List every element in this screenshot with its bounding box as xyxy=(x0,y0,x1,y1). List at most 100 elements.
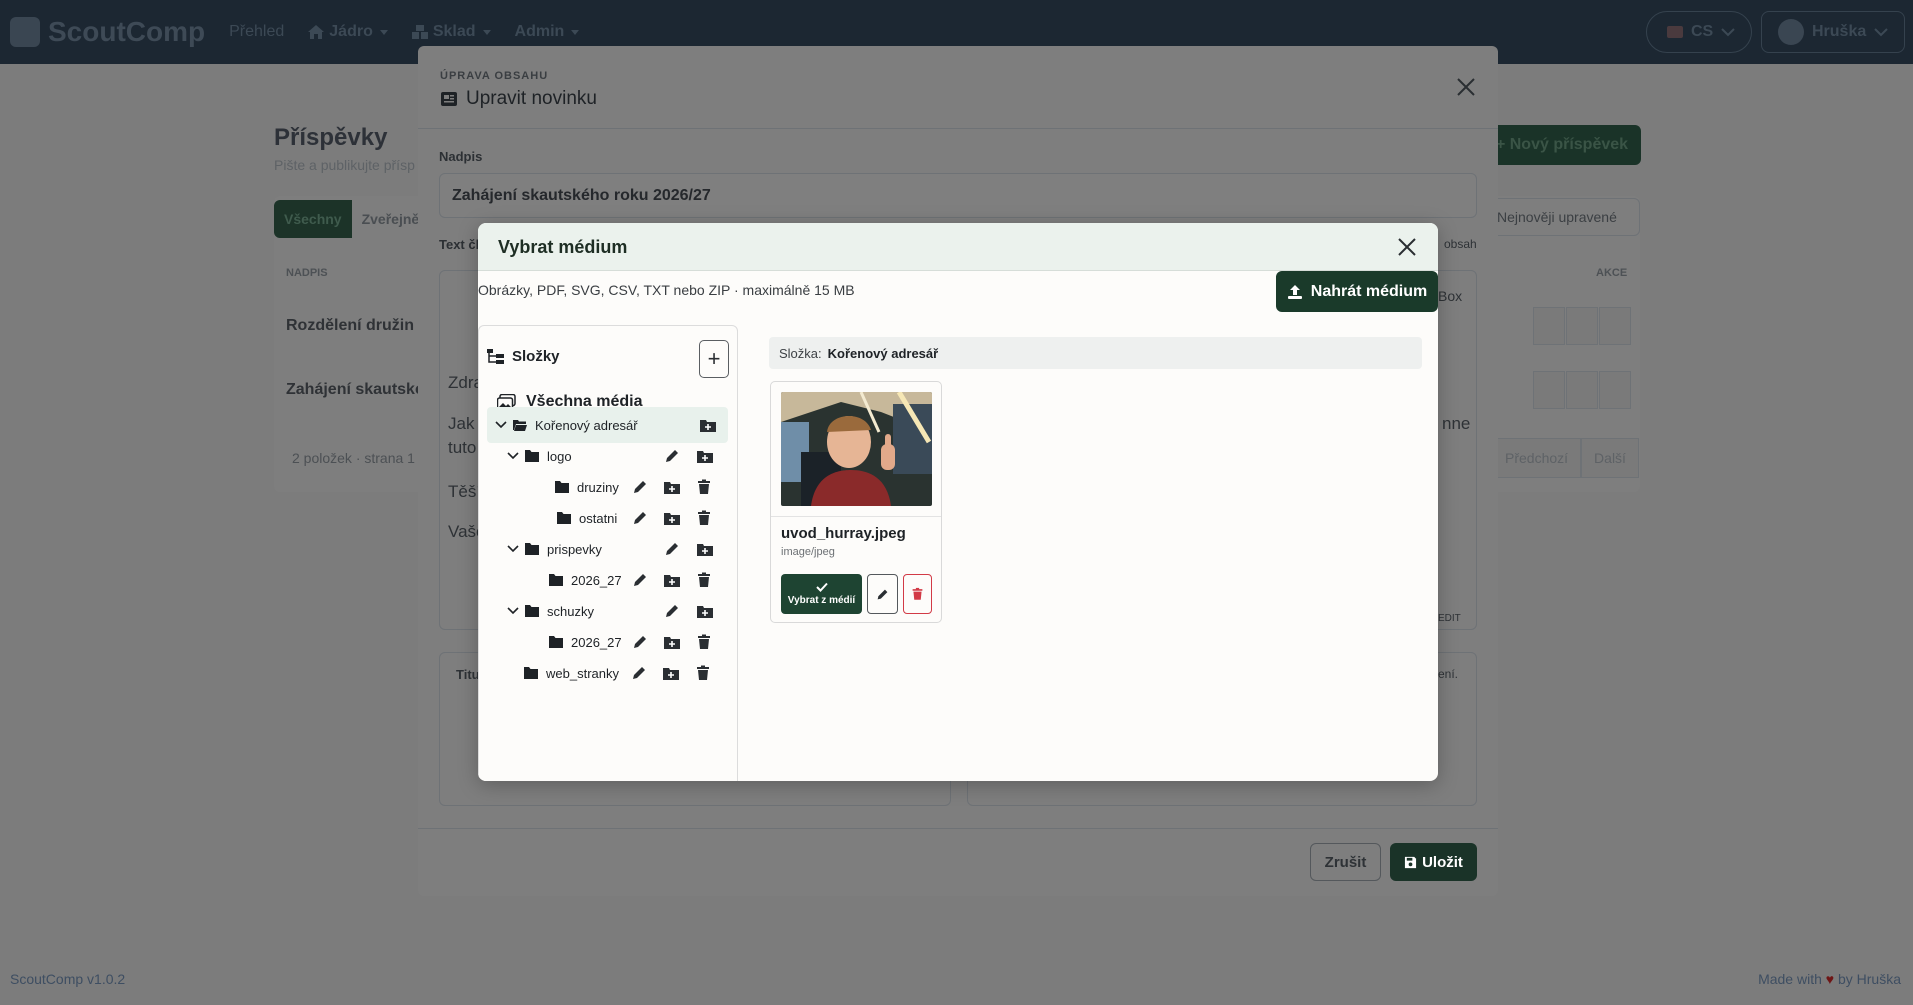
trash-icon[interactable] xyxy=(696,634,712,650)
prev-page-button[interactable]: Předchozí xyxy=(1492,438,1582,478)
folder-icon xyxy=(525,543,539,555)
nav-item-jadro[interactable]: Jádro xyxy=(308,23,388,41)
check-icon xyxy=(815,582,828,592)
edit-icon[interactable] xyxy=(632,572,648,588)
next-page-button[interactable]: Další xyxy=(1581,438,1639,478)
media-card[interactable]: uvod_hurray.jpeg image/jpeg Vybrat z méd… xyxy=(770,381,942,623)
trash-icon[interactable] xyxy=(695,665,711,681)
folder-icon xyxy=(549,574,563,586)
brand[interactable]: ScoutComp xyxy=(10,16,205,48)
pagination-info: 2 položek · strana 1 xyxy=(292,450,415,466)
nav-item-admin[interactable]: Admin xyxy=(515,23,580,41)
editor-text: Těší xyxy=(448,482,482,501)
edit-icon[interactable] xyxy=(664,448,680,464)
media-picker-modal: Vybrat médium Obrázky, PDF, SVG, CSV, TX… xyxy=(478,223,1438,781)
text-label: Text čl xyxy=(439,237,480,252)
trash-icon[interactable] xyxy=(696,510,712,526)
row-actions xyxy=(1533,371,1631,409)
delete-row-button[interactable] xyxy=(1599,371,1631,409)
edit-icon[interactable] xyxy=(632,634,648,650)
media-file-name: uvod_hurray.jpeg xyxy=(781,525,906,542)
modal-title: Vybrat médium xyxy=(498,237,628,257)
row-actions xyxy=(1533,307,1631,345)
divider xyxy=(418,128,1498,129)
pagination: Předchozí Další xyxy=(1492,438,1639,478)
newspaper-icon xyxy=(441,92,457,106)
column-actions-header: AKCE xyxy=(1596,267,1628,279)
media-file-type: image/jpeg xyxy=(781,546,835,558)
folder-item-web-stranky[interactable]: web_stranky xyxy=(524,655,728,691)
divider xyxy=(771,516,941,517)
add-subfolder-icon[interactable] xyxy=(664,510,680,526)
folder-icon xyxy=(555,481,569,493)
add-subfolder-icon[interactable] xyxy=(697,448,713,464)
edit-row-button[interactable] xyxy=(1533,371,1565,409)
folder-tree-icon xyxy=(487,349,504,364)
select-media-button[interactable]: Vybrat z médií xyxy=(781,574,862,614)
folder-icon xyxy=(549,636,563,648)
language-switcher[interactable]: CS xyxy=(1646,11,1752,53)
chevron-down-icon xyxy=(507,545,519,553)
flag-icon xyxy=(1667,26,1683,38)
close-icon[interactable] xyxy=(1455,76,1477,98)
add-subfolder-icon[interactable] xyxy=(664,634,680,650)
save-button[interactable]: Uložit xyxy=(1390,843,1477,881)
delete-row-button[interactable] xyxy=(1599,307,1631,345)
editor-toolbar-text: Box xyxy=(1438,288,1463,304)
chevron-down-icon xyxy=(495,421,507,429)
cancel-button[interactable]: Zrušit xyxy=(1310,843,1381,881)
avatar xyxy=(1778,19,1804,45)
chevron-down-icon xyxy=(1721,28,1735,37)
edit-row-button[interactable] xyxy=(1533,307,1565,345)
edit-icon[interactable] xyxy=(631,665,647,681)
nav-item-sklad[interactable]: Sklad xyxy=(411,23,491,41)
trash-icon[interactable] xyxy=(696,479,712,495)
breadcrumb: Složka: Kořenový adresář xyxy=(769,337,1422,369)
add-folder-button[interactable]: + xyxy=(699,340,729,378)
edit-icon[interactable] xyxy=(664,541,680,557)
edit-icon[interactable] xyxy=(632,510,648,526)
caret-down-icon xyxy=(482,29,491,35)
edit-media-button[interactable] xyxy=(867,574,898,614)
modal-title: Upravit novinku xyxy=(440,88,597,110)
app-version: ScoutComp v1.0.2 xyxy=(10,971,126,987)
heading-input[interactable]: Zahájení skautského roku 2026/27 xyxy=(439,173,1477,218)
trash-icon[interactable] xyxy=(696,572,712,588)
save-icon xyxy=(1405,856,1417,868)
view-row-button[interactable] xyxy=(1566,371,1598,409)
heading-label: Nadpis xyxy=(439,149,483,164)
pencil-icon xyxy=(877,589,888,599)
add-subfolder-icon[interactable] xyxy=(663,665,679,681)
cover-image-label: Titu xyxy=(456,667,480,682)
upload-media-button[interactable]: Nahrát médium xyxy=(1276,271,1438,312)
folder-icon xyxy=(524,667,538,679)
page-title: Příspěvky xyxy=(274,124,388,151)
made-with-footer: Made with ♥ by Hruška xyxy=(1758,971,1901,987)
add-subfolder-icon[interactable] xyxy=(697,603,713,619)
table-row[interactable]: Zahájení skautské xyxy=(286,381,424,399)
caret-down-icon xyxy=(379,29,388,35)
tab-all[interactable]: Všechny xyxy=(274,200,352,238)
new-post-button[interactable]: + Nový příspěvek xyxy=(1483,125,1641,165)
upload-hint: Obrázky, PDF, SVG, CSV, TXT nebo ZIP · m… xyxy=(478,282,855,298)
upload-icon xyxy=(1287,284,1302,299)
chevron-down-icon xyxy=(507,607,519,615)
sort-select[interactable]: Nejnověji upravené xyxy=(1482,198,1640,236)
add-subfolder-icon[interactable] xyxy=(664,572,680,588)
delete-media-button[interactable] xyxy=(903,574,932,614)
edit-icon[interactable] xyxy=(632,479,648,495)
edit-icon[interactable] xyxy=(664,603,680,619)
trash-icon xyxy=(912,587,923,600)
folder-icon xyxy=(525,450,539,462)
add-subfolder-icon[interactable] xyxy=(664,479,680,495)
heart-icon: ♥ xyxy=(1825,971,1835,987)
home-icon xyxy=(308,25,325,39)
add-subfolder-icon[interactable] xyxy=(700,417,716,433)
editor-status: EDIT xyxy=(1438,613,1461,624)
close-icon[interactable] xyxy=(1396,236,1418,258)
nav-item-prehled[interactable]: Přehled xyxy=(229,23,284,41)
add-subfolder-icon[interactable] xyxy=(697,541,713,557)
view-row-button[interactable] xyxy=(1566,307,1598,345)
table-row[interactable]: Rozdělení družin v xyxy=(286,317,427,335)
user-menu[interactable]: Hruška xyxy=(1761,11,1905,53)
